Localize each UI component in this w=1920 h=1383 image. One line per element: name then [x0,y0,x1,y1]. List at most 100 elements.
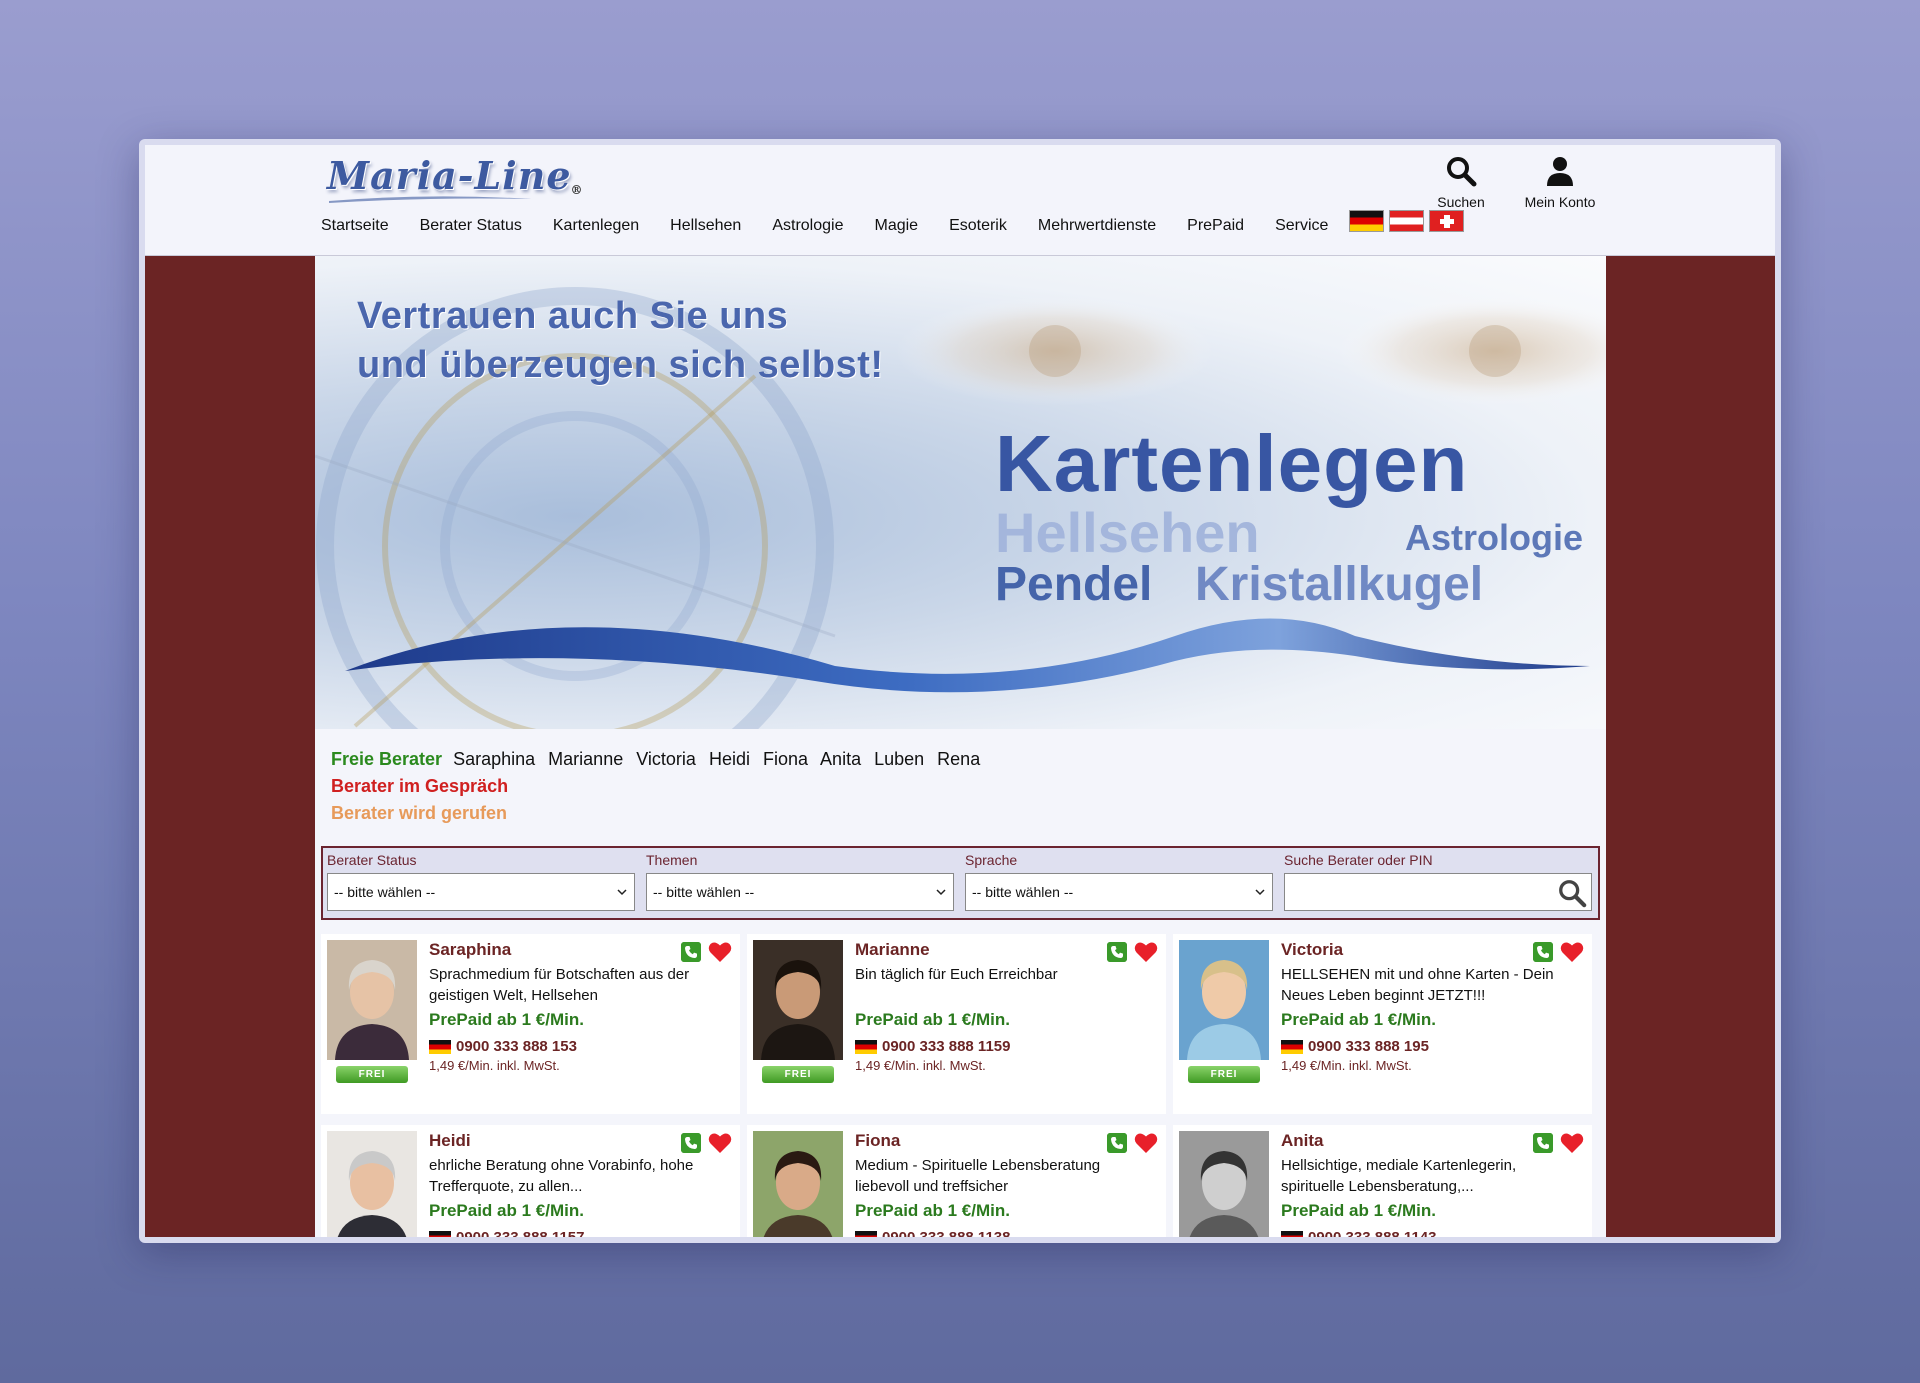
filter-themen: Themen -- bitte wählen -- [646,852,954,911]
favorite-heart-icon[interactable] [708,941,732,963]
switzerland-flag-icon[interactable] [1429,210,1464,232]
free-advisor-link[interactable]: Rena [937,749,980,769]
advisor-card[interactable]: Fiona Medium - Spirituelle Lebensberatun… [747,1125,1166,1237]
favorite-heart-icon[interactable] [1560,941,1584,963]
advisor-status-legend: Freie Berater Saraphina Marianne Victori… [315,729,1606,846]
nav-magie[interactable]: Magie [874,216,918,236]
nav-astrologie[interactable]: Astrologie [772,216,843,236]
themen-select-value: -- bitte wählen -- [653,884,755,900]
chevron-down-icon [617,889,627,896]
advisor-card[interactable]: FREI Victoria HELLSEHEN mit und ohne Kar… [1173,934,1592,1114]
nav-prepaid[interactable]: PrePaid [1187,216,1244,236]
nav-kartenlegen[interactable]: Kartenlegen [553,216,639,236]
free-advisor-link[interactable]: Luben [874,749,924,769]
calling-advisors-line: Berater wird gerufen [331,800,1590,827]
free-advisor-link[interactable]: Anita [820,749,861,769]
advisor-photo[interactable] [327,1131,417,1237]
status-badge-free: FREI [762,1066,834,1083]
status-badge-free: FREI [336,1066,408,1083]
free-advisors-label: Freie Berater [331,749,443,769]
sprache-select-value: -- bitte wählen -- [972,884,1074,900]
favorite-heart-icon[interactable] [1560,1132,1584,1154]
advisor-phone-number: 0900 333 888 1159 [882,1038,1011,1055]
nav-startseite[interactable]: Startseite [321,216,389,236]
filter-sprache: Sprache -- bitte wählen -- [965,852,1273,911]
free-advisor-link[interactable]: Marianne [548,749,623,769]
advisor-photo[interactable] [1179,1131,1269,1237]
phone-icon[interactable] [681,1133,701,1153]
status-select[interactable]: -- bitte wählen -- [327,873,635,911]
free-advisor-link[interactable]: Victoria [636,749,696,769]
advisor-name[interactable]: Saraphina [429,940,511,960]
search-icon[interactable] [1557,878,1587,908]
advisor-phone[interactable]: 0900 333 888 1159 [855,1038,1010,1055]
nav-esoterik[interactable]: Esoterik [949,216,1007,236]
advisor-price: PrePaid ab 1 €/Min. [1281,1010,1436,1029]
advisor-phone-number: 0900 333 888 1157 [456,1229,584,1237]
phone-icon[interactable] [1533,942,1553,962]
favorite-heart-icon[interactable] [1134,941,1158,963]
free-advisor-link[interactable]: Fiona [763,749,808,769]
advisor-photo[interactable] [1179,940,1269,1060]
hero-banner[interactable]: Vertrauen auch Sie uns und überzeugen si… [315,256,1606,729]
advisor-price: PrePaid ab 1 €/Min. [429,1201,584,1220]
advisor-search-input[interactable] [1284,873,1592,911]
advisor-price: PrePaid ab 1 €/Min. [855,1010,1010,1029]
busy-advisors-label: Berater im Gespräch [331,776,509,796]
advisor-name[interactable]: Heidi [429,1131,471,1151]
favorite-heart-icon[interactable] [1134,1132,1158,1154]
austria-flag-icon[interactable] [1389,210,1424,232]
advisor-card[interactable]: Anita Hellsichtige, mediale Kartenlegeri… [1173,1125,1592,1237]
filter-themen-label: Themen [646,852,698,868]
nav-berater-status[interactable]: Berater Status [420,216,522,236]
free-advisor-link[interactable]: Saraphina [453,749,535,769]
header-search-button[interactable]: Suchen [1431,155,1491,210]
themen-select[interactable]: -- bitte wählen -- [646,873,954,911]
free-advisors-line: Freie Berater Saraphina Marianne Victori… [331,746,1590,773]
nav-mehrwertdienste[interactable]: Mehrwertdienste [1038,216,1156,236]
phone-icon[interactable] [681,942,701,962]
advisor-phone[interactable]: 0900 333 888 1138 [855,1229,1010,1237]
advisor-name[interactable]: Fiona [855,1131,900,1151]
advisor-description: ehrliche Beratung ohne Vorabinfo, hohe T… [429,1157,694,1195]
advisor-phone[interactable]: 0900 333 888 195 [1281,1038,1429,1055]
free-advisor-link[interactable]: Heidi [709,749,750,769]
phone-icon[interactable] [1107,1133,1127,1153]
advisor-photo[interactable] [753,1131,843,1237]
germany-flag-icon[interactable] [1349,210,1384,232]
browser-window: Maria-Line ® Startseite Berater Status K… [139,139,1781,1243]
account-label: Mein Konto [1524,194,1596,210]
banner-keyword-kartenlegen: Kartenlegen [995,419,1469,508]
advisor-name[interactable]: Victoria [1281,940,1343,960]
status-select-value: -- bitte wählen -- [334,884,436,900]
favorite-heart-icon[interactable] [708,1132,732,1154]
advisor-name[interactable]: Anita [1281,1131,1324,1151]
banner-keyword-pendel: Pendel [995,558,1153,611]
nav-hellsehen[interactable]: Hellsehen [670,216,741,236]
phone-icon[interactable] [1107,942,1127,962]
advisor-card[interactable]: FREI Saraphina Sprachmedium für Botschaf… [321,934,740,1114]
advisor-phone[interactable]: 0900 333 888 153 [429,1038,577,1055]
advisor-photo[interactable] [327,940,417,1060]
sprache-select[interactable]: -- bitte wählen -- [965,873,1273,911]
advisor-card[interactable]: FREI Marianne Bin täglich für Euch Errei… [747,934,1166,1114]
advisor-phone[interactable]: 0900 333 888 1157 [429,1229,584,1237]
banner-keyword-kristallkugel: Kristallkugel [1195,558,1484,611]
search-label: Suchen [1437,194,1485,210]
germany-flag-icon [855,1230,877,1237]
phone-icon[interactable] [1533,1133,1553,1153]
advisor-phone[interactable]: 0900 333 888 1143 [1281,1229,1436,1237]
advisor-name[interactable]: Marianne [855,940,930,960]
chevron-down-icon [1255,889,1265,896]
advisor-photo[interactable] [753,940,843,1060]
page-viewport: Maria-Line ® Startseite Berater Status K… [145,145,1775,1237]
advisor-description: Sprachmedium für Botschaften aus der gei… [429,966,690,1004]
header-account-button[interactable]: Mein Konto [1515,155,1605,210]
advisor-phone-number: 0900 333 888 1138 [882,1229,1010,1237]
filter-search-label: Suche Berater oder PIN [1284,852,1433,868]
country-flags [1349,210,1464,232]
nav-service[interactable]: Service [1275,216,1328,236]
advisor-card[interactable]: Heidi ehrliche Beratung ohne Vorabinfo, … [321,1125,740,1237]
site-header: Maria-Line ® Startseite Berater Status K… [145,145,1775,256]
busy-advisors-line: Berater im Gespräch [331,773,1590,800]
